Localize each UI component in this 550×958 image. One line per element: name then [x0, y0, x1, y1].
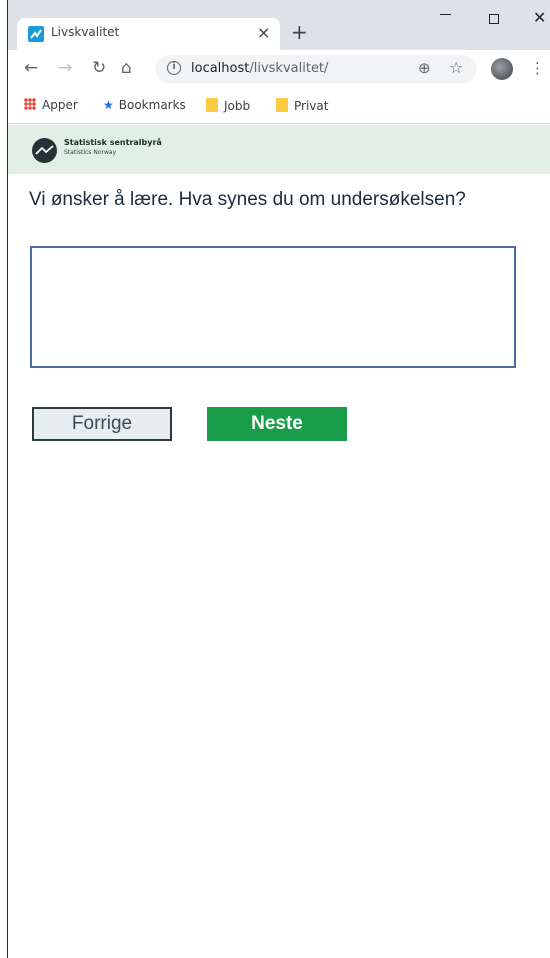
ssb-favicon-icon [28, 26, 44, 42]
minimize-icon[interactable] [440, 14, 451, 15]
reload-icon[interactable]: ↻ [92, 58, 106, 78]
url-text[interactable]: localhost/livskvalitet/ [191, 61, 328, 76]
previous-button[interactable]: Forrige [32, 407, 172, 441]
new-tab-button[interactable]: + [291, 22, 308, 42]
avatar[interactable] [491, 58, 513, 80]
ssb-header: Statistisk sentralbyrå Statistics Norway [8, 125, 550, 174]
apps-grid-icon [24, 98, 36, 110]
star-icon[interactable]: ☆ [449, 58, 463, 77]
feedback-textarea[interactable] [30, 246, 516, 368]
question-text: Vi ønsker å lære. Hva synes du om unders… [29, 189, 466, 210]
back-icon[interactable]: ← [24, 58, 38, 78]
zoom-icon[interactable]: ⊕ [418, 59, 431, 77]
tab-livskvalitet[interactable]: Livskvalitet × [17, 18, 280, 50]
bookmark-apps-label: Apper [42, 98, 78, 112]
org-name: Statistisk sentralbyrå [64, 138, 162, 147]
bookmark-star-icon: ★ [103, 98, 114, 112]
next-button[interactable]: Neste [207, 407, 347, 441]
ssb-logo-icon[interactable] [32, 138, 57, 163]
bookmark-folder-jobb[interactable]: Jobb [206, 98, 250, 113]
tab-strip: Livskvalitet × + ✕ [8, 0, 550, 50]
bookmark-folder-jobb-label: Jobb [224, 99, 251, 113]
address-bar[interactable]: i localhost/livskvalitet/ ⊕ ☆ [155, 55, 477, 83]
home-icon[interactable]: ⌂ [121, 58, 132, 78]
bookmark-bookmarks[interactable]: ★ Bookmarks [103, 98, 186, 112]
url-path: /livskvalitet/ [249, 61, 329, 76]
tab-close-icon[interactable]: × [257, 23, 270, 42]
ssb-logo-graphic [35, 145, 54, 155]
menu-icon[interactable]: ⋮ [530, 59, 545, 77]
bookmark-apps[interactable]: Apper [24, 98, 78, 112]
maximize-icon[interactable] [489, 14, 499, 24]
forward-icon[interactable]: → [58, 58, 72, 78]
window-close-icon[interactable]: ✕ [533, 8, 546, 27]
folder-icon [276, 98, 288, 112]
bookmarks-bar: Apper ★ Bookmarks Jobb Privat [8, 89, 550, 124]
bookmark-folder-privat[interactable]: Privat [276, 98, 328, 113]
url-host: localhost [191, 61, 250, 76]
browser-toolbar: ← → ↻ ⌂ i localhost/livskvalitet/ ⊕ ☆ ⋮ [8, 50, 550, 89]
bookmark-folder-privat-label: Privat [294, 99, 329, 113]
info-icon[interactable]: i [167, 61, 181, 75]
folder-icon [206, 98, 218, 112]
bookmark-bookmarks-label: Bookmarks [118, 98, 186, 112]
org-subtitle: Statistics Norway [64, 149, 117, 156]
tab-title: Livskvalitet [51, 25, 120, 39]
